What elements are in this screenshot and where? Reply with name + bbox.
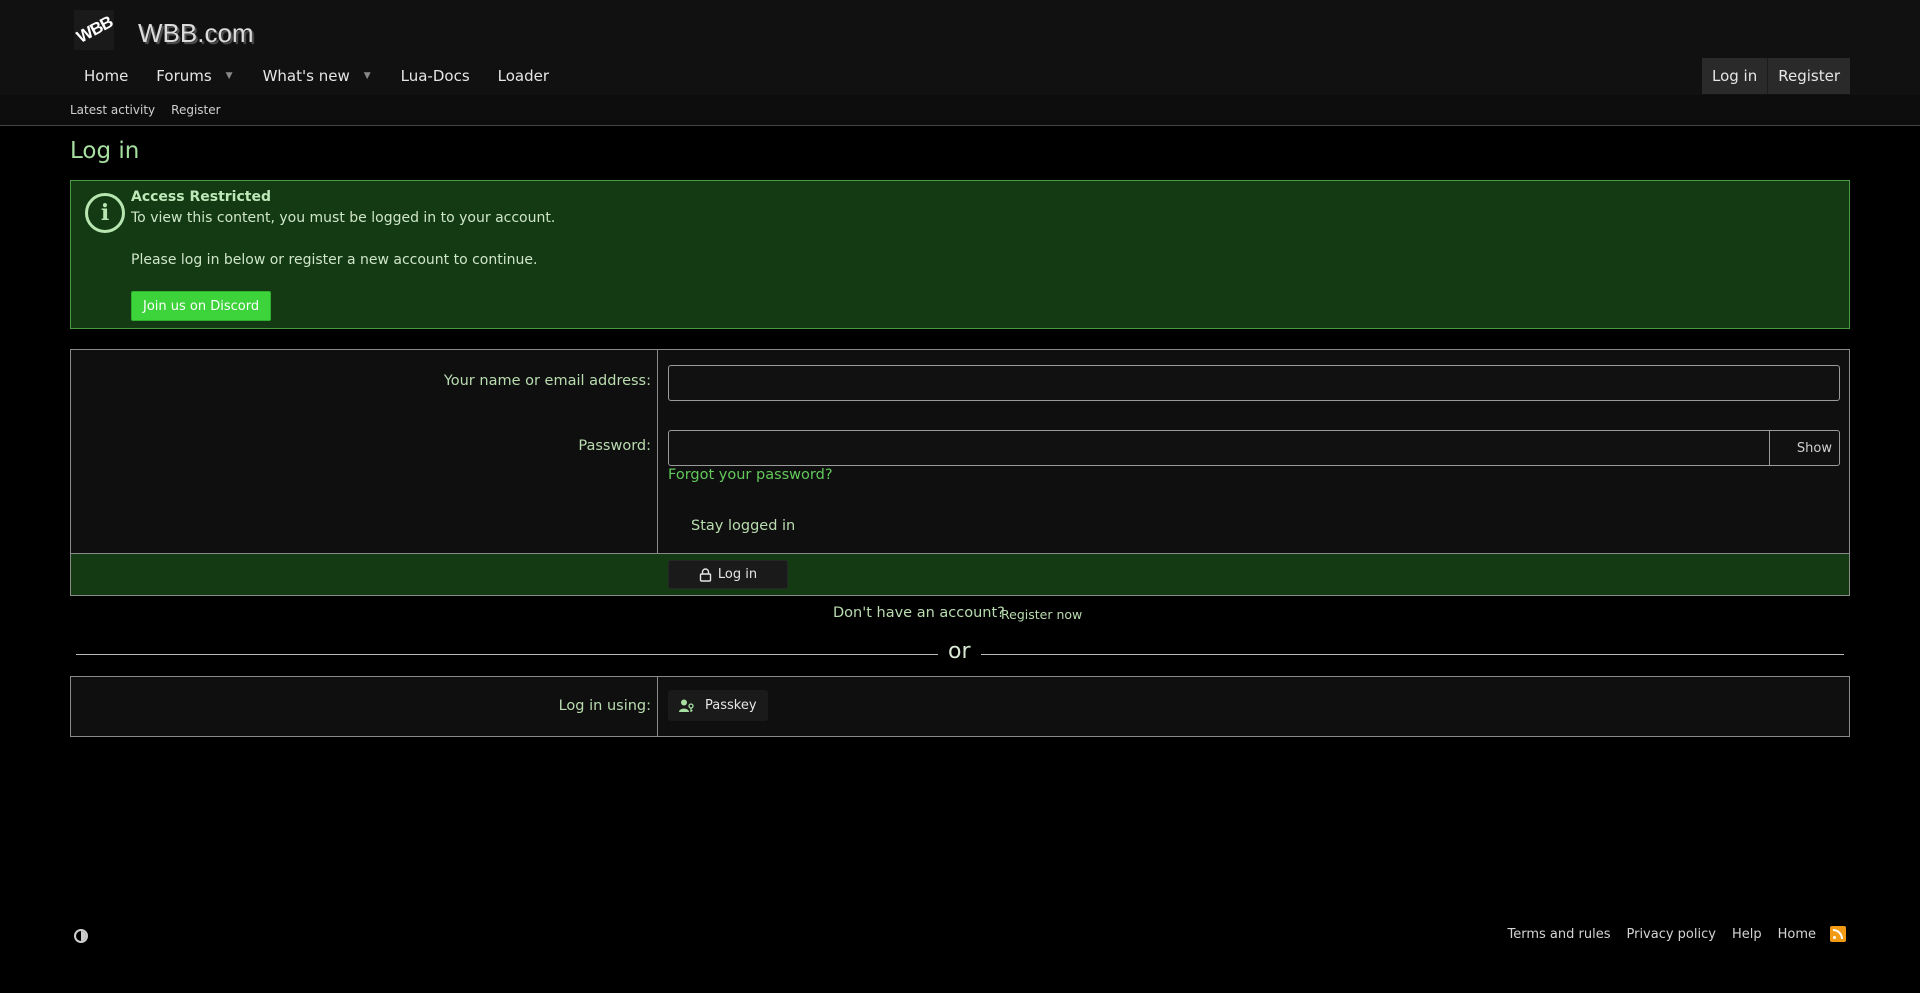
passkey-button[interactable]: Passkey [668, 690, 768, 721]
header-login-button[interactable]: Log in [1702, 58, 1768, 94]
access-restricted-notice: i Access Restricted To view this content… [70, 180, 1850, 329]
register-now-link[interactable]: Register now [1001, 607, 1082, 622]
or-text: or [948, 639, 971, 664]
divider-line [76, 654, 938, 655]
auth-buttons: Log in Register [1702, 58, 1850, 94]
nav-item-label: Home [84, 67, 129, 85]
site-header: WBB WBB.com Home Forums ▼ What's new ▼ L… [0, 0, 1920, 95]
info-icon: i [85, 193, 125, 233]
password-input[interactable] [668, 430, 1770, 466]
chevron-down-icon[interactable]: ▼ [364, 71, 371, 81]
forgot-password-link[interactable]: Forgot your password? [668, 467, 833, 483]
no-account-text: Don't have an account? [833, 605, 1005, 621]
footer-link-help[interactable]: Help [1732, 927, 1762, 942]
nav-item-whats-new[interactable]: What's new ▼ [249, 58, 387, 94]
site-logo-text: WBB [74, 12, 114, 47]
name-label: Your name or email address: [443, 373, 651, 389]
nav-item-label: Loader [497, 67, 550, 85]
login-form-footer: Log in [71, 553, 1849, 595]
nav-item-label: Forums [156, 67, 212, 85]
alternate-login: Log in using: Passkey [70, 676, 1850, 737]
stay-logged-in-checkbox[interactable]: Stay logged in [691, 518, 795, 534]
login-submit-button[interactable]: Log in [668, 560, 788, 589]
show-password-button[interactable]: Show [1769, 430, 1840, 466]
site-logo[interactable]: WBB [74, 10, 114, 50]
rss-icon[interactable] [1830, 926, 1846, 942]
style-variation-icon[interactable] [74, 929, 88, 943]
notice-title: Access Restricted [131, 189, 271, 205]
main-nav: Home Forums ▼ What's new ▼ Lua-Docs Load… [70, 58, 563, 94]
sub-nav: Latest activity Register [0, 95, 1920, 126]
log-in-using-label: Log in using: [558, 698, 651, 714]
join-discord-button[interactable]: Join us on Discord [131, 291, 272, 321]
notice-message: Please log in below or register a new ac… [131, 252, 538, 268]
nav-item-label: What's new [262, 67, 350, 85]
user-key-icon [679, 699, 694, 712]
chevron-down-icon[interactable]: ▼ [226, 71, 233, 81]
nav-item-loader[interactable]: Loader [484, 58, 563, 94]
notice-message: To view this content, you must be logged… [131, 210, 556, 226]
nav-item-forums[interactable]: Forums ▼ [142, 58, 248, 94]
subnav-register[interactable]: Register [171, 103, 220, 117]
login-form: Your name or email address: Password: Sh… [70, 349, 1850, 596]
or-divider: or [76, 639, 1844, 669]
nav-item-label: Lua-Docs [400, 67, 470, 85]
footer-links: Terms and rules Privacy policy Help Home [1492, 926, 1846, 942]
lock-icon [699, 567, 712, 582]
footer-link-home[interactable]: Home [1778, 927, 1816, 942]
footer-link-privacy[interactable]: Privacy policy [1626, 927, 1715, 942]
password-label: Password: [578, 438, 651, 454]
name-email-input[interactable] [668, 365, 1840, 401]
header-register-button[interactable]: Register [1767, 58, 1850, 94]
passkey-label: Passkey [705, 698, 757, 713]
nav-item-lua-docs[interactable]: Lua-Docs [387, 58, 484, 94]
login-submit-label: Log in [717, 567, 758, 582]
site-title[interactable]: WBB.com [138, 18, 254, 49]
footer-link-terms[interactable]: Terms and rules [1508, 927, 1611, 942]
subnav-latest-activity[interactable]: Latest activity [70, 103, 155, 117]
nav-item-home[interactable]: Home [70, 58, 142, 94]
page-title: Log in [70, 138, 140, 164]
divider-line [981, 654, 1844, 655]
